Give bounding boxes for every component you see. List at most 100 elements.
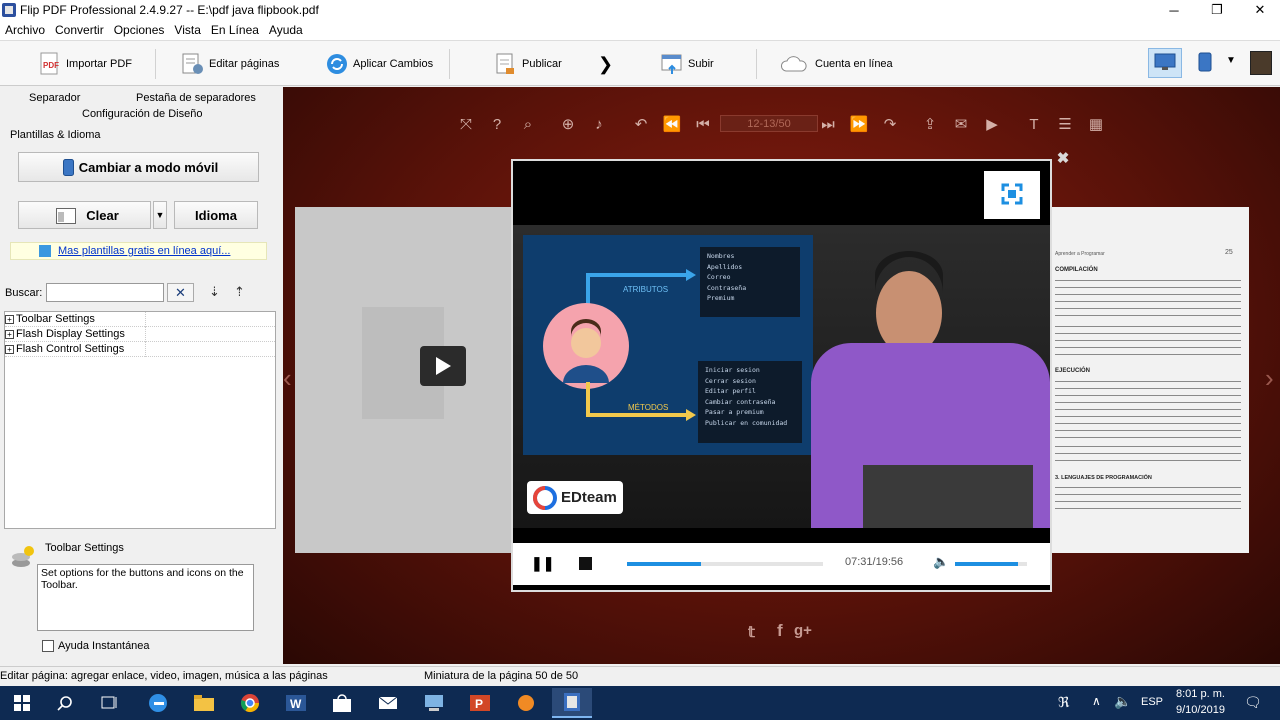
menu-bar: Archivo Convertir Opciones Vista En Líne… <box>0 20 1280 40</box>
list-icon[interactable]: ☰ <box>1056 115 1074 133</box>
people-icon[interactable]: ℜ <box>1058 694 1069 711</box>
edge-icon[interactable] <box>138 688 178 718</box>
prev-page-arrow-icon[interactable]: ‹ <box>283 363 292 394</box>
progress-bar[interactable] <box>627 562 823 566</box>
fullscreen-button[interactable] <box>984 171 1040 219</box>
mobile-mode-button[interactable]: Cambiar a modo móvil <box>18 152 259 182</box>
close-video-icon[interactable]: ✖ <box>1055 151 1071 167</box>
taskbar: W P ℜ ∧ 🔈 ESP 8:01 p. m. 9/10/2019 🗨 <box>0 686 1280 720</box>
menu-convertir[interactable]: Convertir <box>50 23 109 37</box>
twitter-icon[interactable]: 𝕥 <box>748 623 755 641</box>
flip-pdf-taskbar-icon[interactable] <box>552 688 592 718</box>
first-page-icon[interactable]: ⏮ <box>694 115 712 133</box>
page-heading-compilacion: COMPILACIÓN <box>1055 267 1098 273</box>
page-indicator[interactable]: 12-13/50 <box>720 115 818 132</box>
redo-icon[interactable]: ↷ <box>881 115 899 133</box>
network-app-icon[interactable] <box>414 688 454 718</box>
language-indicator[interactable]: ESP <box>1141 696 1163 708</box>
rewind-icon[interactable]: ⏪ <box>663 115 682 133</box>
tab-separator[interactable]: Separador <box>29 92 80 104</box>
share-icon[interactable]: ⇪ <box>921 115 939 133</box>
language-label: Idioma <box>195 207 237 223</box>
clock-time[interactable]: 8:01 p. m. <box>1176 688 1225 700</box>
video-play-icon[interactable] <box>420 346 466 386</box>
sound-icon[interactable]: ♪ <box>590 115 608 133</box>
volume-bar[interactable] <box>955 562 1027 566</box>
language-button[interactable]: Idioma <box>174 201 258 229</box>
stop-icon[interactable] <box>579 557 592 570</box>
app-icon <box>2 3 16 17</box>
next-page-arrow-icon[interactable]: › <box>1265 363 1274 394</box>
svg-text:P: P <box>475 697 483 711</box>
volume-icon[interactable]: 🔈 <box>933 554 949 570</box>
minimize-button[interactable]: ─ <box>1152 0 1196 20</box>
svg-text:W: W <box>290 697 302 711</box>
viewer-toolbar: ⤧ ? ⌕ ⊕ ♪ ↶ ⏪ ⏮ 12-13/50 ⏭ ⏩ ↷ ⇪ ✉ ▶ T ☰… <box>283 111 1280 137</box>
autoplay-icon[interactable]: ▶ <box>983 115 1001 133</box>
volume-tray-icon[interactable]: 🔈 <box>1114 693 1131 710</box>
fullscreen-icon <box>1001 183 1023 208</box>
search-icon[interactable]: ⌕ <box>519 115 537 133</box>
desktop-view-button[interactable] <box>1148 48 1182 78</box>
online-account-button[interactable]: Cuenta en línea <box>779 49 893 79</box>
text-icon[interactable]: T <box>1025 115 1043 133</box>
undo-icon[interactable]: ↶ <box>632 115 650 133</box>
theme-icon[interactable] <box>1250 51 1272 75</box>
app-orange-icon[interactable] <box>506 688 546 718</box>
edit-pages-button[interactable]: Editar páginas <box>181 49 279 79</box>
task-view-icon[interactable] <box>90 688 130 718</box>
menu-ayuda[interactable]: Ayuda <box>264 23 308 37</box>
clock-date[interactable]: 9/10/2019 <box>1176 704 1225 716</box>
clear-search-button[interactable]: ✕ <box>167 283 194 302</box>
mobile-view-button[interactable] <box>1194 50 1216 76</box>
word-icon[interactable]: W <box>276 688 316 718</box>
menu-vista[interactable]: Vista <box>169 23 205 37</box>
import-pdf-button[interactable]: PDF Importar PDF <box>38 49 132 79</box>
mail-icon[interactable] <box>368 688 408 718</box>
tray-chevron-icon[interactable]: ∧ <box>1092 694 1101 708</box>
templates-group-label: Plantillas & Idioma <box>10 129 101 141</box>
file-explorer-icon[interactable] <box>184 688 224 718</box>
video-frame[interactable]: ATRIBUTOS Nombres Apellidos Correo Contr… <box>513 225 1050 528</box>
facebook-icon[interactable]: f <box>777 621 783 641</box>
info-description: Set options for the buttons and icons on… <box>37 564 254 631</box>
tree-item-flash-control-settings[interactable]: + Flash Control Settings <box>5 342 275 357</box>
search-icon[interactable] <box>45 688 85 718</box>
sort-up-icon[interactable]: ⇡ <box>234 284 245 300</box>
zoom-in-icon[interactable]: ⊕ <box>559 115 577 133</box>
menu-en-linea[interactable]: En Línea <box>206 23 264 37</box>
thumbnails-icon[interactable]: ▦ <box>1087 115 1105 133</box>
google-plus-icon[interactable]: g+ <box>794 622 812 639</box>
clear-dropdown-icon[interactable]: ▼ <box>153 201 167 229</box>
clear-button[interactable]: Clear <box>18 201 151 229</box>
templates-link[interactable]: Mas plantillas gratis en línea aquí... <box>58 245 230 257</box>
search-input[interactable] <box>46 283 164 302</box>
fit-screen-icon[interactable]: ⤧ <box>457 115 475 133</box>
menu-opciones[interactable]: Opciones <box>109 23 170 37</box>
upload-button[interactable]: Subir <box>660 49 714 79</box>
last-page-icon[interactable]: ⏭ <box>819 115 837 133</box>
chevron-right-icon[interactable]: ❯ <box>598 49 613 79</box>
pause-icon[interactable]: ❚❚ <box>531 555 554 572</box>
help-icon[interactable]: ? <box>488 115 506 133</box>
maximize-button[interactable]: ❐ <box>1195 0 1239 20</box>
fast-forward-icon[interactable]: ⏩ <box>850 115 869 133</box>
tree-item-flash-display-settings[interactable]: + Flash Display Settings <box>5 327 275 342</box>
publish-button[interactable]: Publicar <box>494 49 562 79</box>
tab-separator-tab[interactable]: Pestaña de separadores <box>136 92 256 104</box>
close-button[interactable]: ✕ <box>1238 0 1280 20</box>
powerpoint-icon[interactable]: P <box>460 688 500 718</box>
sort-down-icon[interactable]: ⇣ <box>209 284 220 300</box>
view-dropdown-icon[interactable]: ▼ <box>1226 55 1236 66</box>
store-icon[interactable] <box>322 688 362 718</box>
chrome-icon[interactable] <box>230 688 270 718</box>
email-icon[interactable]: ✉ <box>952 115 970 133</box>
publish-icon <box>494 52 516 76</box>
menu-archivo[interactable]: Archivo <box>0 23 50 37</box>
apply-changes-button[interactable]: Aplicar Cambios <box>325 49 433 79</box>
tree-item-toolbar-settings[interactable]: + Toolbar Settings <box>5 312 275 327</box>
notifications-icon[interactable]: 🗨 <box>1244 694 1262 711</box>
cloud-icon <box>779 52 809 76</box>
instant-help-checkbox[interactable] <box>42 640 54 652</box>
windows-start-icon[interactable] <box>2 688 42 718</box>
